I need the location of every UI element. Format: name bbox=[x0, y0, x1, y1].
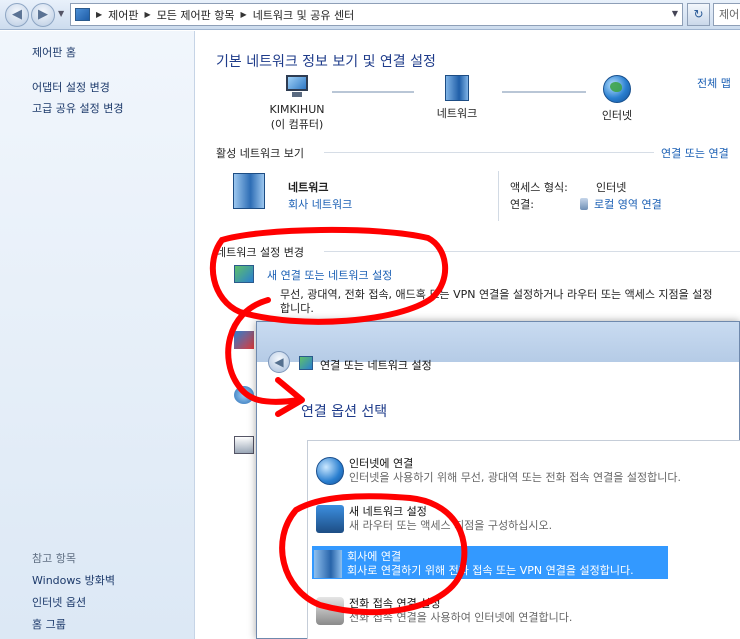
address-dropdown-icon[interactable]: ▼ bbox=[672, 9, 678, 18]
sidebar-link-adapter-settings[interactable]: 어댑터 설정 변경 bbox=[32, 79, 110, 95]
sidebar: 제어판 홈 어댑터 설정 변경 고급 공유 설정 변경 참고 항목 Window… bbox=[0, 31, 195, 639]
access-type-value: 인터넷 bbox=[596, 181, 627, 194]
breadcrumb-separator-icon[interactable]: ▶ bbox=[241, 10, 247, 19]
dialog-back-button[interactable]: ◀ bbox=[268, 351, 290, 373]
active-networks-label: 활성 네트워크 보기 bbox=[216, 147, 304, 160]
section-divider bbox=[324, 152, 654, 153]
router-icon bbox=[316, 505, 344, 533]
dialog-title: 연결 또는 네트워크 설정 bbox=[320, 359, 432, 372]
local-area-connection-label: 로컬 영역 연결 bbox=[594, 198, 662, 211]
option-connect-internet[interactable]: 인터넷에 연결 인터넷을 사용하기 위해 무선, 광대역 또는 전화 접속 연결… bbox=[314, 453, 740, 491]
sidebar-link-control-panel-home[interactable]: 제어판 홈 bbox=[32, 44, 76, 60]
breadcrumb-separator-icon[interactable]: ▶ bbox=[96, 10, 102, 19]
full-map-link[interactable]: 전체 맵 bbox=[697, 75, 731, 91]
map-connector-line bbox=[502, 91, 586, 93]
forward-arrow-icon: ▶ bbox=[38, 7, 48, 22]
sidebar-link-advanced-sharing[interactable]: 고급 공유 설정 변경 bbox=[32, 100, 123, 116]
internet-globe-icon bbox=[316, 457, 344, 485]
page-title: 기본 네트워크 정보 보기 및 연결 설정 bbox=[216, 54, 436, 70]
breadcrumb-separator-icon[interactable]: ▶ bbox=[145, 10, 151, 19]
refresh-button[interactable]: ↻ bbox=[687, 3, 710, 26]
network-icon bbox=[445, 75, 469, 101]
sidebar-link-homegroup[interactable]: 홈 그룹 bbox=[32, 616, 66, 632]
map-connector-line bbox=[332, 91, 414, 93]
see-also-header: 참고 항목 bbox=[32, 552, 76, 565]
option-dialup[interactable]: 전화 접속 연결 설정 전화 접속 연결을 사용하여 인터넷에 연결합니다. bbox=[314, 593, 740, 631]
control-panel-icon bbox=[75, 8, 90, 21]
connections-label: 연결: bbox=[510, 198, 534, 211]
ethernet-icon bbox=[580, 198, 588, 210]
forward-button[interactable]: ▶ bbox=[31, 3, 55, 27]
sidebar-link-firewall[interactable]: Windows 방화벽 bbox=[32, 572, 115, 588]
connection-options-list: 인터넷에 연결 인터넷을 사용하기 위해 무선, 광대역 또는 전화 접속 연결… bbox=[307, 440, 740, 639]
access-type-label: 액세스 형식: bbox=[510, 181, 568, 194]
map-node-computer-sublabel: (이 컴퓨터) bbox=[270, 118, 324, 131]
workplace-icon bbox=[314, 550, 342, 578]
back-arrow-icon: ◀ bbox=[274, 355, 284, 369]
homegroup-icon bbox=[234, 331, 254, 349]
back-button[interactable]: ◀ bbox=[5, 3, 29, 27]
setup-description: 무선, 광대역, 전화 접속, 애드혹 또는 VPN 연결을 설정하거나 라우터… bbox=[280, 288, 713, 301]
map-node-network[interactable]: 네트워크 bbox=[422, 75, 492, 121]
recent-pages-dropdown-icon[interactable]: ▼ bbox=[58, 9, 64, 18]
connect-disconnect-link[interactable]: 연결 또는 연결 bbox=[661, 145, 729, 161]
globe-icon bbox=[603, 75, 631, 103]
setup-connection-link[interactable]: 새 연결 또는 네트워크 설정 bbox=[267, 267, 392, 283]
map-node-network-label: 네트워크 bbox=[436, 107, 478, 120]
breadcrumb-control-panel[interactable]: 제어판 bbox=[108, 7, 138, 23]
search-input[interactable]: 제어 bbox=[713, 3, 740, 26]
option-connect-workplace[interactable]: 회사에 연결 회사로 연결하기 위해 전화 접속 또는 VPN 연결을 설정합니… bbox=[312, 546, 668, 579]
option-description: 새 라우터 또는 액세스 지점을 구성하십시오. bbox=[349, 519, 553, 532]
local-area-connection-link[interactable]: 로컬 영역 연결 bbox=[580, 196, 662, 212]
section-divider bbox=[324, 251, 740, 252]
address-toolbar: ◀ ▶ ▼ ▶ 제어판 ▶ 모든 제어판 항목 ▶ 네트워크 및 공유 센터 ▼… bbox=[0, 0, 740, 30]
troubleshoot-icon bbox=[234, 436, 254, 454]
map-node-internet-label: 인터넷 bbox=[601, 109, 633, 122]
network-type-link[interactable]: 회사 네트워크 bbox=[288, 196, 352, 212]
vertical-divider bbox=[498, 171, 499, 221]
setup-description-line2: 합니다. bbox=[280, 302, 314, 315]
network-setup-icon bbox=[299, 356, 313, 370]
new-connection-icon bbox=[234, 265, 254, 283]
breadcrumb-all-items[interactable]: 모든 제어판 항목 bbox=[157, 7, 235, 23]
network-name: 네트워크 bbox=[288, 181, 329, 194]
option-description: 전화 접속 연결을 사용하여 인터넷에 연결합니다. bbox=[349, 611, 573, 624]
change-settings-label: 네트워크 설정 변경 bbox=[216, 246, 304, 259]
address-field[interactable]: ▶ 제어판 ▶ 모든 제어판 항목 ▶ 네트워크 및 공유 센터 ▼ bbox=[70, 3, 683, 26]
connection-wizard-dialog: ◀ 연결 또는 네트워크 설정 연결 옵션 선택 인터넷에 연결 인터넷을 사용… bbox=[256, 321, 740, 639]
computer-icon bbox=[284, 75, 310, 99]
refresh-icon: ↻ bbox=[693, 7, 704, 21]
dialup-phone-icon bbox=[316, 597, 344, 625]
active-network-icon bbox=[233, 173, 265, 209]
breadcrumb-network-center[interactable]: 네트워크 및 공유 센터 bbox=[253, 7, 355, 23]
option-description: 인터넷을 사용하기 위해 무선, 광대역 또는 전화 접속 연결을 설정합니다. bbox=[349, 471, 681, 484]
sidebar-link-internet-options[interactable]: 인터넷 옵션 bbox=[32, 594, 86, 610]
map-node-computer-label: KIMKIHUN bbox=[269, 103, 325, 116]
dialog-heading: 연결 옵션 선택 bbox=[301, 404, 388, 420]
back-arrow-icon: ◀ bbox=[12, 7, 22, 22]
option-new-network[interactable]: 새 네트워크 설정 새 라우터 또는 액세스 지점을 구성하십시오. bbox=[314, 501, 740, 539]
map-node-computer: KIMKIHUN (이 컴퓨터) bbox=[262, 75, 332, 132]
access-resources-icon bbox=[234, 386, 254, 404]
map-node-internet[interactable]: 인터넷 bbox=[582, 75, 652, 123]
option-description: 회사로 연결하기 위해 전화 접속 또는 VPN 연결을 설정합니다. bbox=[347, 564, 634, 577]
